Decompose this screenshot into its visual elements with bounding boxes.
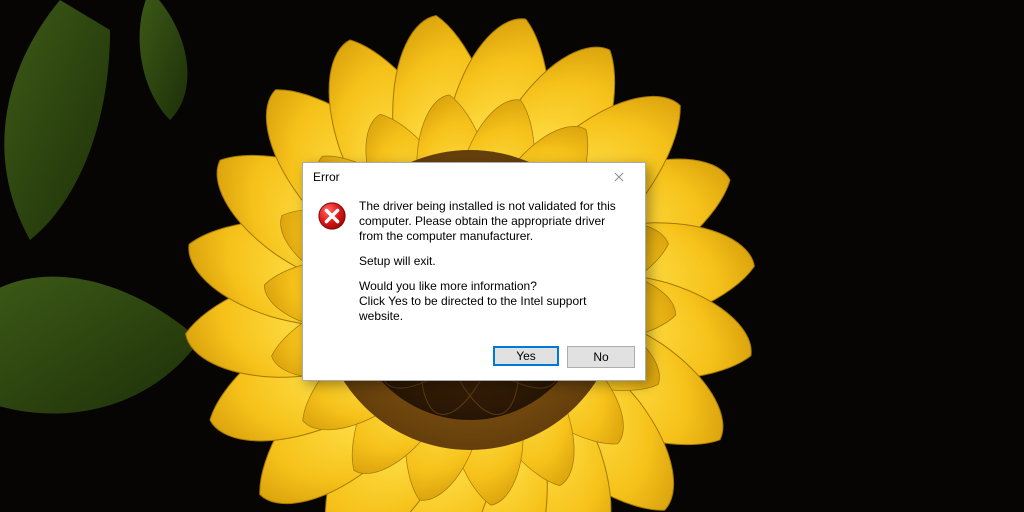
dialog-titlebar[interactable]: Error — [303, 163, 645, 191]
message-line-3: Would you like more information? — [359, 279, 631, 294]
no-button[interactable]: No — [567, 346, 635, 368]
yes-button[interactable]: Yes — [493, 346, 559, 366]
error-dialog: Error The driver being insta — [302, 162, 646, 381]
error-icon — [317, 201, 347, 231]
dialog-body: The driver being installed is not valida… — [303, 191, 645, 340]
close-icon — [614, 172, 624, 182]
message-line-1: The driver being installed is not valida… — [359, 199, 631, 244]
message-line-4: Click Yes to be directed to the Intel su… — [359, 294, 631, 324]
dialog-button-row: Yes No — [303, 340, 645, 380]
close-button[interactable] — [599, 165, 639, 189]
message-line-2: Setup will exit. — [359, 254, 631, 269]
dialog-message: The driver being installed is not valida… — [359, 199, 631, 334]
dialog-title: Error — [313, 170, 340, 184]
